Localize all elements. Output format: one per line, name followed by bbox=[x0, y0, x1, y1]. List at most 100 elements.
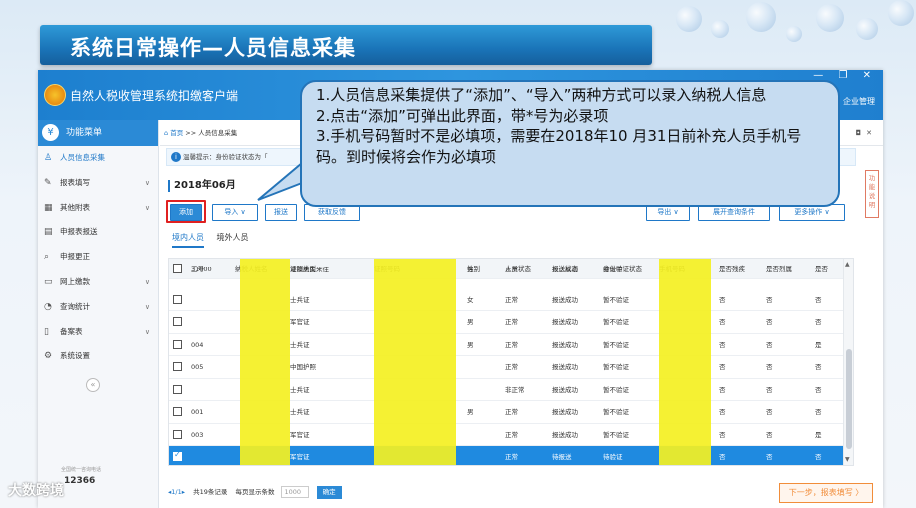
slide-title-bar: 系统日常操作—人员信息采集 bbox=[40, 25, 652, 65]
person-tabs: 境内人员 境外人员 bbox=[172, 232, 259, 248]
row-checkbox[interactable] bbox=[173, 339, 182, 349]
chevron-down-icon: ∨ bbox=[673, 208, 679, 216]
callout-line-2: 2.点击“添加”可弹出此界面，带*号为必录项 bbox=[316, 106, 609, 125]
info-icon: i bbox=[171, 152, 181, 162]
sidebar-item-label: 备案表 bbox=[60, 326, 83, 336]
table-cell: 军官证 bbox=[290, 453, 310, 461]
table-cell: 否 bbox=[719, 363, 726, 371]
table-cell: 正常 bbox=[505, 267, 518, 273]
row-checkbox[interactable] bbox=[173, 429, 182, 439]
next-step-button[interactable]: 下一步，报表填写 〉 bbox=[779, 483, 873, 503]
sidebar-item-label: 申报表报送 bbox=[60, 227, 98, 237]
chevron-down-icon: ∨ bbox=[240, 208, 246, 216]
confirm-button[interactable]: 确定 bbox=[316, 485, 342, 499]
table-cell: 否 bbox=[815, 385, 822, 394]
tab-foreign[interactable]: 境外人员 bbox=[217, 232, 249, 246]
row-checkbox[interactable] bbox=[173, 384, 182, 394]
per-page-input[interactable]: 1000 bbox=[280, 486, 309, 498]
table-cell: 报送成功 bbox=[552, 430, 578, 439]
breadcrumb-sep: >> bbox=[185, 129, 197, 137]
table-cell: 暂不验证 bbox=[603, 318, 629, 326]
file-icon: ▯ bbox=[44, 326, 49, 337]
menu-icon: ¥ bbox=[42, 124, 59, 141]
sidebar-item-1[interactable]: ✎ 报表填写 ∨ bbox=[38, 171, 158, 196]
table-cell: 正常 bbox=[505, 340, 518, 349]
page-indicator[interactable]: ◂1/1▸ bbox=[168, 488, 185, 496]
chevron-down-icon: ∨ bbox=[144, 203, 150, 212]
table-cell: 否 bbox=[766, 295, 773, 304]
table-cell: 女 bbox=[467, 295, 474, 304]
table-cell: 001 bbox=[191, 408, 204, 416]
sidebar-header: ¥ 功能菜单 bbox=[38, 120, 158, 146]
submit-button[interactable]: 报送 bbox=[265, 204, 297, 221]
scroll-thumb[interactable] bbox=[846, 349, 852, 449]
table-cell: 男 bbox=[467, 267, 474, 273]
table-cell: 报送成功 bbox=[552, 363, 578, 371]
table-cell: 正常 bbox=[505, 318, 518, 326]
sidebar-item-3[interactable]: ▤ 申报表报送 bbox=[38, 220, 158, 245]
sidebar-item-8[interactable]: ⚙ 系统设置 bbox=[38, 344, 158, 369]
table-cell: 士兵证 bbox=[290, 385, 310, 394]
table-cell: 是 bbox=[815, 340, 822, 349]
table-cell: 报送成功 bbox=[552, 267, 578, 273]
chart-icon: ◔ bbox=[44, 301, 52, 312]
chevron-down-icon: ∨ bbox=[144, 277, 150, 286]
table-cell: 否 bbox=[719, 408, 726, 416]
sidebar-item-4[interactable]: ⌕ 申报更正 bbox=[38, 245, 158, 270]
table-cell: 是 bbox=[815, 430, 822, 439]
total-records: 共19条记录 bbox=[193, 488, 228, 496]
table-cell: 待验证 bbox=[603, 453, 623, 461]
table-cell: 否 bbox=[766, 385, 773, 394]
breadcrumb-current[interactable]: 人员信息采集 bbox=[198, 129, 237, 137]
row-checkbox[interactable] bbox=[173, 362, 182, 371]
name-redaction bbox=[240, 259, 290, 465]
page-number: 1/1 bbox=[171, 488, 182, 496]
table-cell: 士兵证 bbox=[290, 295, 310, 304]
sidebar: ¥ 功能菜单 ♙ 人员信息采集 ✎ 报表填写 ∨ ▦ 其他附表 ∨ ▤ 申报表报送 ⌕ 申报更正 ▭ 网上… bbox=[38, 120, 159, 508]
table-cell: 报送成功 bbox=[552, 408, 578, 416]
scroll-up-icon[interactable]: ▲ bbox=[845, 261, 850, 268]
row-checkbox[interactable] bbox=[173, 294, 182, 304]
table-cell: 男 bbox=[467, 318, 474, 326]
table-cell: 否 bbox=[766, 340, 773, 349]
table-scrollbar[interactable]: ▲ ▼ bbox=[843, 259, 853, 465]
table-cell: 暂不验证 bbox=[603, 295, 629, 304]
table-cell: 暂不验证 bbox=[603, 363, 629, 371]
row-checkbox[interactable] bbox=[173, 317, 182, 326]
sidebar-item-label: 网上缴款 bbox=[60, 276, 90, 286]
tab-tools[interactable]: ◘✕ bbox=[856, 120, 877, 146]
add-button[interactable]: 添加 bbox=[170, 204, 202, 221]
gear-icon: ⚙ bbox=[44, 351, 53, 362]
tax-emblem-icon bbox=[44, 84, 66, 106]
import-button[interactable]: 导入 ∨ bbox=[212, 204, 258, 221]
sidebar-item-6[interactable]: ◔ 查询统计 ∨ bbox=[38, 295, 158, 320]
table-cell: 否 bbox=[766, 408, 773, 416]
sidebar-item-0[interactable]: ♙ 人员信息采集 bbox=[38, 146, 158, 171]
slide-title: 系统日常操作—人员信息采集 bbox=[70, 36, 356, 60]
table-cell: 报送成功 bbox=[552, 385, 578, 394]
per-page-label: 每页显示条数 bbox=[235, 488, 275, 496]
tab-domestic[interactable]: 境内人员 bbox=[172, 232, 204, 248]
row-checkbox[interactable] bbox=[173, 407, 182, 416]
sidebar-item-label: 报表填写 bbox=[60, 177, 90, 187]
sidebar-item-7[interactable]: ▯ 备案表 ∨ bbox=[38, 320, 158, 345]
table-cell: 军官证 bbox=[290, 318, 310, 326]
sidebar-item-5[interactable]: ▭ 网上缴款 ∨ bbox=[38, 270, 158, 295]
table-cell: 报送成功 bbox=[552, 318, 578, 326]
breadcrumb-home[interactable]: 首页 bbox=[170, 129, 183, 137]
home-icon[interactable]: ⌂ bbox=[164, 129, 168, 137]
table-cell: 男 bbox=[467, 408, 474, 416]
table-cell: 否 bbox=[815, 318, 822, 326]
table-cell: 暂不验证 bbox=[603, 408, 629, 416]
sidebar-item-2[interactable]: ▦ 其他附表 ∨ bbox=[38, 196, 158, 221]
help-tab[interactable]: 功能说明 bbox=[865, 170, 879, 218]
collapse-icon[interactable]: « bbox=[86, 378, 100, 392]
export-label: 导出 bbox=[657, 208, 672, 216]
hotline-number: 12366 bbox=[64, 476, 96, 486]
table-cell: 否 bbox=[766, 430, 773, 439]
scroll-down-icon[interactable]: ▼ bbox=[845, 456, 850, 463]
wallet-icon: ▭ bbox=[44, 276, 53, 287]
row-checkbox[interactable] bbox=[173, 450, 182, 461]
chevron-down-icon: ∨ bbox=[144, 178, 150, 187]
table-cell: 男 bbox=[467, 340, 474, 349]
